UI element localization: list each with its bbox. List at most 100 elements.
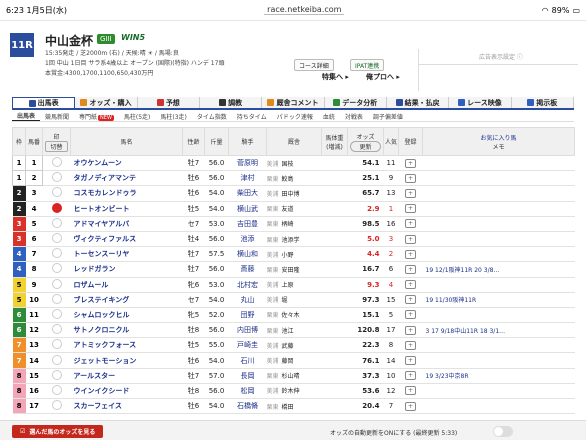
mark-icon[interactable]	[51, 217, 62, 228]
course-detail-button[interactable]: コース詳細	[294, 59, 334, 71]
trainer-name[interactable]: 杉山晴	[282, 373, 300, 380]
subtab-ketto[interactable]: 血統	[318, 112, 340, 121]
jockey[interactable]: 丸山	[228, 292, 267, 308]
memo-cell[interactable]: 19 11/30阪神11R	[422, 292, 575, 308]
add-favorite-icon[interactable]: +	[405, 340, 416, 350]
add-favorite-icon[interactable]: +	[405, 188, 416, 198]
trainer-name[interactable]: 池添学	[282, 237, 300, 244]
special-link[interactable]: 特集へ ▸	[322, 72, 349, 82]
trainer[interactable]: 栗東 安田隆	[266, 261, 322, 278]
odds-refresh-button[interactable]: 更新	[350, 140, 381, 152]
trainer[interactable]: 美浦 上原	[266, 277, 322, 293]
memo-cell[interactable]	[422, 277, 575, 293]
jockey[interactable]: 松岡	[228, 383, 267, 400]
tab-comment[interactable]: 厩舎コメント	[262, 97, 325, 108]
mark-icon[interactable]	[51, 187, 62, 198]
trainer[interactable]: 栗東 橋田	[266, 398, 322, 415]
mark-cell[interactable]	[42, 261, 71, 278]
subtab-mochi-time[interactable]: 持ちタイム	[232, 112, 272, 121]
add-favorite-icon[interactable]: +	[405, 325, 416, 335]
horse-name[interactable]: コスモカレンドゥラ	[70, 185, 183, 202]
jockey[interactable]: 北村宏	[228, 277, 267, 293]
ad-settings-link[interactable]: 広告表示設定 ⓘ	[479, 52, 578, 61]
mark-cell[interactable]	[42, 216, 71, 232]
add-favorite-icon[interactable]: +	[405, 219, 416, 229]
trainer-name[interactable]: 鈴木伸	[282, 388, 300, 395]
mark-cell[interactable]	[42, 185, 71, 202]
trainer-name[interactable]: 柄崎	[282, 221, 294, 228]
trainer[interactable]: 美浦 藤岡	[266, 352, 322, 369]
register-cell[interactable]: +	[398, 155, 423, 172]
memo-cell[interactable]: 19 3/23中京8R	[422, 368, 575, 384]
register-cell[interactable]: +	[398, 185, 423, 202]
horse-name[interactable]: ウインイクシード	[70, 383, 183, 400]
jockey[interactable]: 横山武	[228, 201, 267, 217]
trainer[interactable]: 栗東 柄崎	[266, 216, 322, 232]
auto-update-toggle[interactable]	[493, 426, 513, 437]
horse-name[interactable]: タガノディアマンテ	[70, 170, 183, 187]
trainer[interactable]: 栗東 池添学	[266, 231, 322, 248]
mark-cell[interactable]	[42, 170, 71, 187]
memo-cell[interactable]	[422, 398, 575, 415]
trainer-name[interactable]: 佐々木	[282, 312, 300, 319]
add-favorite-icon[interactable]: +	[405, 264, 416, 274]
mark-icon[interactable]	[51, 263, 62, 274]
subtab-senmon[interactable]: 専門紙 NEW	[74, 112, 119, 121]
register-cell[interactable]: +	[398, 398, 423, 415]
trainer-name[interactable]: 安田隆	[282, 267, 300, 274]
trainer-name[interactable]: 友道	[282, 206, 294, 213]
horse-name[interactable]: スカーフェイス	[70, 398, 183, 415]
trainer[interactable]: 美浦 鈴木伸	[266, 383, 322, 400]
ipat-button[interactable]: IPAT連携	[350, 59, 385, 71]
register-cell[interactable]: +	[398, 231, 423, 248]
horse-name[interactable]: シャムロックヒル	[70, 307, 183, 324]
subtab-time-index[interactable]: タイム指数	[192, 112, 232, 121]
horse-name[interactable]: ジェットモーション	[70, 352, 183, 369]
register-cell[interactable]: +	[398, 216, 423, 232]
trainer-name[interactable]: 上原	[282, 282, 294, 289]
col-mark[interactable]: 印切替	[42, 127, 71, 156]
memo-cell[interactable]: 19 12/1阪神11R 20 3/8…	[422, 261, 575, 278]
col-odds[interactable]: オッズ 更新	[347, 127, 384, 156]
memo-cell[interactable]	[422, 201, 575, 217]
mark-cell[interactable]	[42, 398, 71, 415]
mark-icon[interactable]	[51, 278, 62, 289]
mark-icon[interactable]	[51, 308, 62, 319]
mark-icon[interactable]	[51, 400, 62, 411]
trainer[interactable]: 美浦堀	[266, 292, 322, 308]
horse-name[interactable]: ブレステイキング	[70, 292, 183, 308]
mark-icon[interactable]	[51, 293, 62, 304]
add-favorite-icon[interactable]: +	[405, 234, 416, 244]
trainer-name[interactable]: 池江	[282, 328, 294, 335]
mark-icon[interactable]	[51, 384, 62, 395]
horse-name[interactable]: アドマイヤアルバ	[70, 216, 183, 232]
tab-odds[interactable]: オッズ・購入	[75, 97, 138, 108]
memo-cell[interactable]	[422, 170, 575, 187]
register-cell[interactable]: +	[398, 261, 423, 278]
add-favorite-icon[interactable]: +	[405, 158, 416, 168]
jockey[interactable]: 石橋脩	[228, 398, 267, 415]
register-cell[interactable]: +	[398, 307, 423, 324]
jockey[interactable]: 内田博	[228, 322, 267, 339]
jockey[interactable]: 津村	[228, 170, 267, 187]
add-favorite-icon[interactable]: +	[405, 401, 416, 411]
register-cell[interactable]: +	[398, 170, 423, 187]
horse-name[interactable]: オウケンムーン	[70, 155, 183, 172]
memo-cell[interactable]	[422, 337, 575, 354]
horse-name[interactable]: アールスター	[70, 368, 183, 384]
trainer[interactable]: 美浦 田中博	[266, 185, 322, 202]
trainer[interactable]: 栗東 佐々木	[266, 307, 322, 324]
add-favorite-icon[interactable]: +	[405, 356, 416, 366]
horse-name[interactable]: ロザムール	[70, 277, 183, 293]
mark-icon[interactable]	[51, 354, 62, 365]
mark-cell[interactable]	[42, 307, 71, 324]
horse-name[interactable]: レッドガラン	[70, 261, 183, 278]
mark-icon[interactable]	[51, 172, 62, 183]
horse-name[interactable]: アトミックフォース	[70, 337, 183, 354]
register-cell[interactable]: +	[398, 322, 423, 339]
mark-cell[interactable]	[42, 201, 71, 217]
memo-cell[interactable]	[422, 185, 575, 202]
memo-cell[interactable]: 3 17 9/18中山11R 18 3/1…	[422, 322, 575, 339]
trainer[interactable]: 栗東 友道	[266, 201, 322, 217]
horse-name[interactable]: ヒートオンビート	[70, 201, 183, 217]
